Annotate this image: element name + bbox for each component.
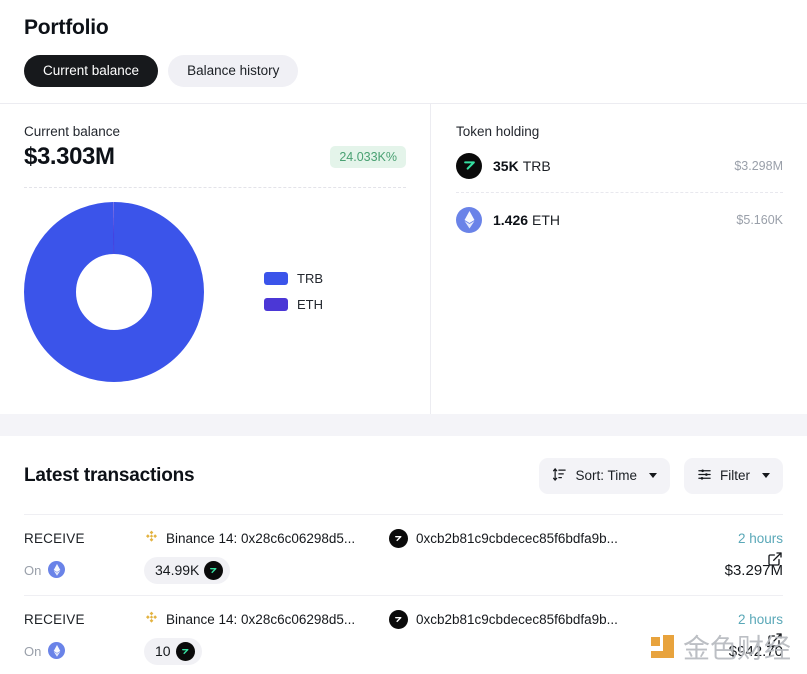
allocation-chart-area: TRB ETH (24, 201, 406, 382)
filter-label: Filter (720, 468, 750, 483)
transaction-on-label: On (24, 643, 42, 659)
transaction-amount: 10 (144, 637, 202, 665)
external-link-icon[interactable] (767, 551, 783, 572)
external-link-icon[interactable] (767, 632, 783, 653)
table-row[interactable]: RECEIVE Binance 14: 0x28c6c06298d5... 0x… (24, 594, 783, 674)
transaction-amount: 34.99K (144, 556, 231, 584)
sort-button[interactable]: Sort: Time (539, 457, 670, 494)
eth-chain-icon (48, 642, 66, 660)
filter-icon (697, 467, 712, 485)
transaction-type: RECEIVE (24, 531, 85, 546)
portfolio-card: Portfolio Current balance Balance histor… (0, 0, 807, 414)
balance-divider (24, 186, 406, 188)
transaction-row-line-2: On 10 $942.70 (24, 637, 783, 665)
portfolio-panels: Current balance $3.303M 24.033K% TRB ETH… (0, 103, 807, 414)
balance-change-badge: 24.033K% (330, 145, 406, 168)
filter-button[interactable]: Filter (684, 457, 783, 494)
current-balance-label: Current balance (24, 123, 121, 139)
trb-token-icon (175, 641, 195, 661)
legend-item-trb: TRB (264, 271, 323, 286)
transaction-type: RECEIVE (24, 612, 85, 627)
chevron-down-icon (649, 473, 657, 478)
portfolio-page: Portfolio Current balance Balance histor… (0, 0, 807, 674)
eth-glyph (464, 210, 474, 229)
eth-token-icon (456, 206, 482, 234)
transaction-to[interactable]: 0xcb2b81c9cbdecec85f6bdfa9b... (389, 609, 639, 630)
transaction-amount-value: 34.99K (155, 562, 200, 578)
legend-label-trb: TRB (297, 271, 323, 286)
portfolio-header: Portfolio Current balance Balance histor… (0, 0, 807, 103)
token-row-trb[interactable]: 35K TRB $3.298M (456, 139, 783, 192)
trb-token-icon (389, 528, 408, 549)
sort-icon (552, 467, 567, 485)
eth-chain-icon (48, 561, 66, 579)
token-holding-panel: Token holding 35K TRB $3.298M 1.426 ETH … (430, 103, 807, 414)
token-symbol-eth: ETH (532, 212, 561, 228)
table-row[interactable]: RECEIVE Binance 14: 0x28c6c06298d5... 0x… (24, 515, 783, 595)
token-value-eth: $5.160K (736, 213, 783, 227)
trb-glyph (463, 161, 475, 170)
section-gap (0, 413, 807, 436)
transaction-chain: On (24, 561, 144, 579)
transaction-to[interactable]: 0xcb2b81c9cbdecec85f6bdfa9b... (389, 528, 639, 549)
transaction-on-label: On (24, 562, 42, 578)
transaction-to-address: 0xcb2b81c9cbdecec85f6bdfa9b... (416, 612, 618, 627)
binance-icon (144, 610, 159, 630)
transaction-time: 2 hours (737, 531, 783, 546)
transaction-from-address: Binance 14: 0x28c6c06298d5... (166, 531, 356, 546)
token-amount-trb: 35K (493, 157, 519, 174)
latest-transactions-card: Latest transactions Sort: Time Filter RE… (0, 435, 807, 674)
token-symbol-trb: TRB (522, 157, 551, 174)
trb-token-icon (456, 152, 482, 179)
transaction-row-line-1: RECEIVE Binance 14: 0x28c6c06298d5... 0x… (24, 609, 783, 630)
transaction-from-address: Binance 14: 0x28c6c06298d5... (166, 612, 356, 627)
sort-label: Sort: Time (575, 468, 637, 483)
token-value-trb: $3.298M (734, 158, 783, 173)
transaction-amount-value: 10 (155, 643, 171, 659)
token-row-eth[interactable]: 1.426 ETH $5.160K (456, 191, 783, 247)
legend-item-eth: ETH (264, 297, 323, 312)
transactions-controls: Sort: Time Filter (539, 457, 783, 494)
binance-icon (144, 529, 159, 549)
trb-token-icon (389, 609, 408, 630)
transaction-row-line-1: RECEIVE Binance 14: 0x28c6c06298d5... 0x… (24, 528, 783, 549)
transaction-from[interactable]: Binance 14: 0x28c6c06298d5... (144, 610, 389, 630)
tab-current-balance[interactable]: Current balance (24, 55, 159, 87)
transactions-title: Latest transactions (24, 464, 195, 486)
token-holding-title: Token holding (456, 123, 540, 139)
transaction-row-line-2: On 34.99K $3.297M (24, 556, 783, 584)
transaction-from[interactable]: Binance 14: 0x28c6c06298d5... (144, 529, 389, 549)
allocation-donut-chart (24, 201, 204, 382)
donut-svg (24, 201, 204, 382)
trb-token-icon (204, 560, 224, 580)
chevron-down-icon (762, 473, 770, 478)
tab-balance-history[interactable]: Balance history (168, 55, 299, 87)
legend-label-eth: ETH (297, 297, 323, 312)
balance-row: $3.303M 24.033K% (24, 143, 406, 171)
chart-legend: TRB ETH (264, 271, 323, 312)
transaction-to-address: 0xcb2b81c9cbdecec85f6bdfa9b... (416, 531, 618, 546)
page-title: Portfolio (24, 16, 109, 39)
transactions-header: Latest transactions Sort: Time Filter (24, 436, 783, 514)
balance-amount: $3.303M (24, 142, 115, 170)
current-balance-panel: Current balance $3.303M 24.033K% TRB ETH (0, 104, 430, 414)
transaction-chain: On (24, 642, 144, 660)
token-amount-eth: 1.426 (493, 212, 529, 228)
legend-swatch-trb (264, 272, 288, 285)
legend-swatch-eth (264, 298, 288, 311)
transaction-time: 2 hours (737, 612, 783, 627)
portfolio-tabs: Current balance Balance history (24, 55, 783, 103)
